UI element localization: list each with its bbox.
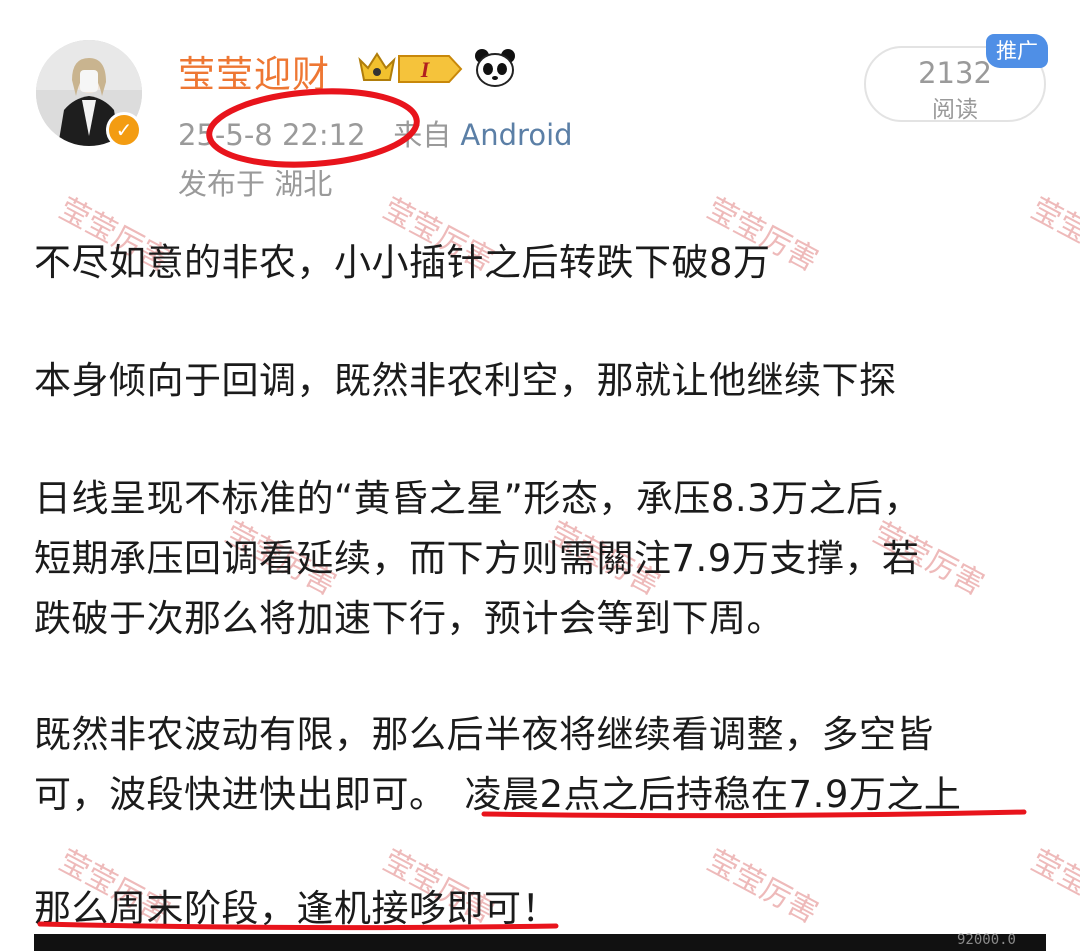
bottom-strip: 92000.0 <box>34 932 1046 951</box>
post-line: 短期承压回调看延续，而下方则需關注7.9万支撑，若 <box>34 537 920 580</box>
watermark: 莹莹厉害 <box>1025 191 1080 279</box>
panda-icon <box>474 48 516 92</box>
verified-icon: ✓ <box>106 112 142 148</box>
crown-icon <box>357 50 397 88</box>
post-line: 本身倾向于回调，既然非农利空，那就让他继续下探 <box>34 359 897 402</box>
read-label: 阅读 <box>932 97 978 123</box>
source-link[interactable]: Android <box>460 118 572 152</box>
watermark: 莹莹厉害 <box>701 843 824 931</box>
bottom-value: 92000.0 <box>956 932 1016 948</box>
post-line: 不尽如意的非农，小小插针之后转跌下破8万 <box>34 241 771 284</box>
watermark: 莹莹厉害 <box>1025 843 1080 931</box>
via-prefix: 来自 <box>393 118 452 152</box>
post-line-highlight: 凌晨2点之后持稳在7.9万之上 <box>464 773 962 816</box>
level-badge-text: I <box>420 57 431 82</box>
post-line: 那么周末阶段，逢机接哆即可！ <box>34 887 559 930</box>
post-line: 可，波段快进快出即可。 凌晨2点之后持稳在7.9万之上 <box>34 764 961 818</box>
level-badge-icon: I <box>397 52 465 86</box>
post-line: 既然非农波动有限，那么后半夜将继续看调整，多空皆 <box>34 713 934 756</box>
post-line: 跌破于次那么将加速下行，预计会等到下周。 <box>34 597 784 640</box>
post-line-plain: 可，波段快进快出即可。 <box>34 773 447 816</box>
timestamp: 25-5-8 22:12 <box>178 118 366 152</box>
post-line: 日线呈现不标准的“黄昏之星”形态，承压8.3万之后， <box>34 477 922 520</box>
username[interactable]: 莹莹迎财 <box>178 44 330 98</box>
location: 发布于 湖北 <box>178 167 333 201</box>
ad-tag[interactable]: 推广 <box>986 34 1048 68</box>
post-meta: 25-5-8 22:12 来自 Android <box>178 112 573 154</box>
